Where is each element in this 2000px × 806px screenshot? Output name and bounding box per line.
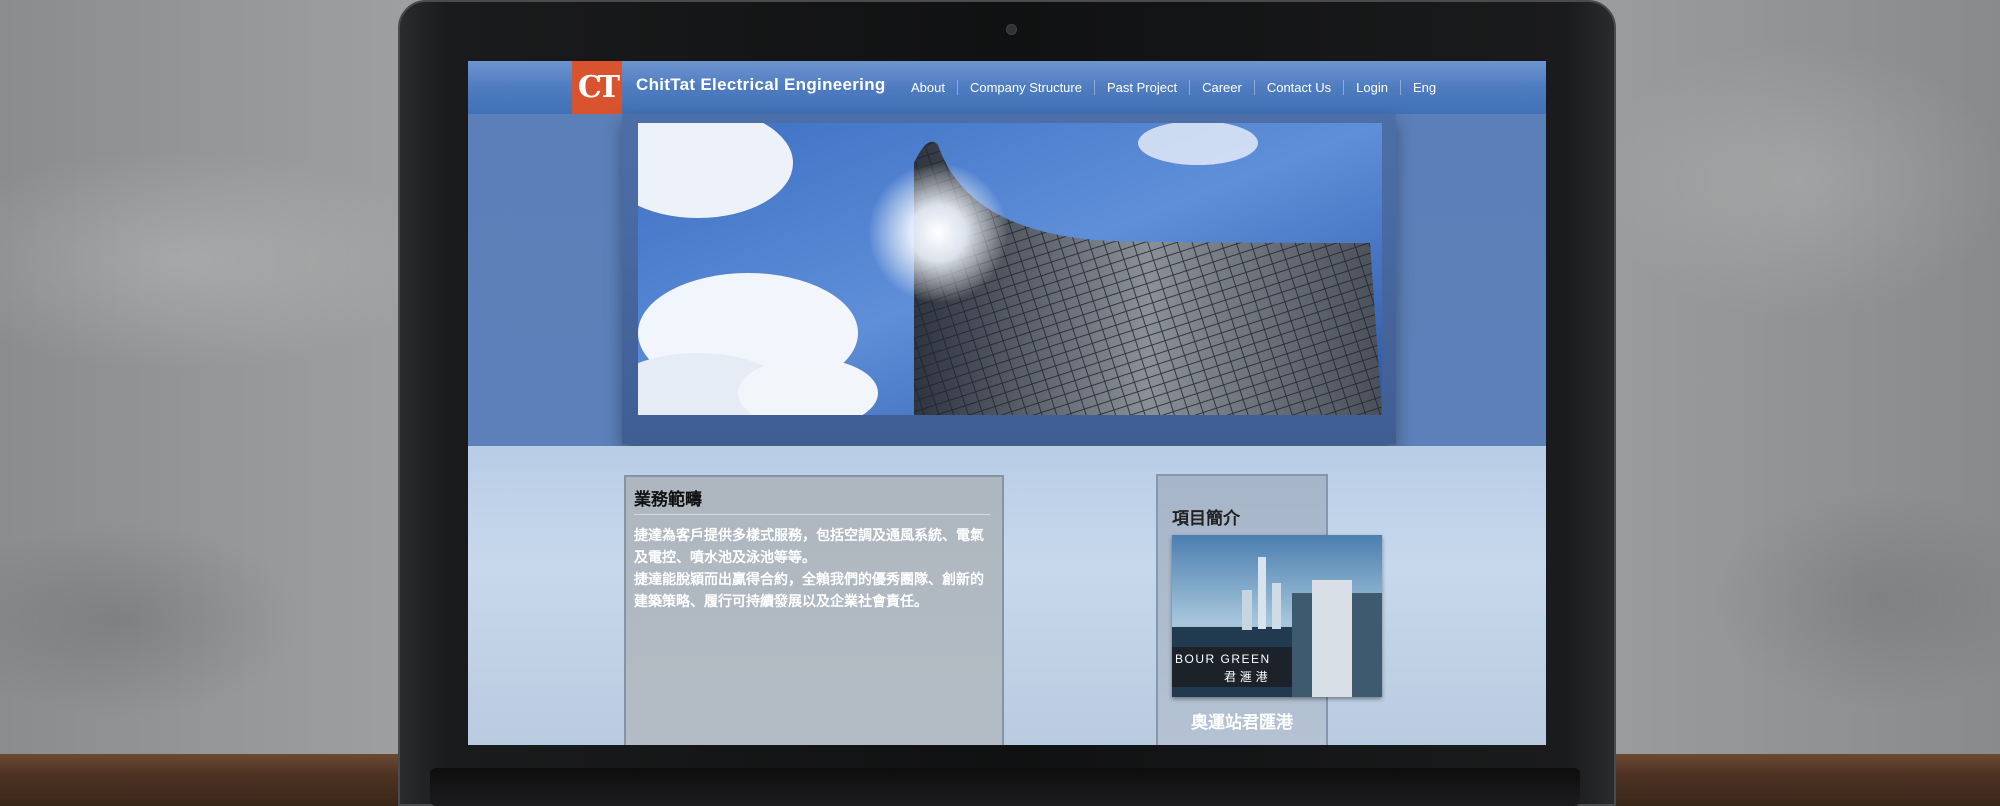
thumb-brand-en: BOUR GREEN [1175,652,1271,666]
project-caption[interactable]: 奧運站君匯港 [1158,708,1326,733]
project-intro-panel: 項目簡介 BOUR GREEN 君 滙 港 奧運站君匯港 [1156,474,1382,745]
webcam [1006,24,1017,35]
thumb-brand-zh: 君 滙 港 [1224,670,1268,684]
business-scope-text: 捷達為客戶提供多樣式服務，包括空調及通風系統、電氣及電控、噴水池及泳池等等。 捷… [634,525,996,613]
nav-language-eng[interactable]: Eng [1401,80,1448,95]
business-scope-panel: 業務範疇 捷達為客戶提供多樣式服務，包括空調及通風系統、電氣及電控、噴水池及泳池… [624,475,1004,745]
top-navigation-bar: CT ChitTat Electrical Engineering About … [468,61,1546,115]
nav-about[interactable]: About [899,80,958,95]
hero-image [638,123,1382,415]
business-paragraph-1: 捷達為客戶提供多樣式服務，包括空調及通風系統、電氣及電控、噴水池及泳池等等。 [634,528,984,566]
nav-company-structure[interactable]: Company Structure [958,80,1095,95]
laptop-screen: CT ChitTat Electrical Engineering About … [468,61,1546,745]
logo-text: CT [577,69,620,105]
brand-name[interactable]: ChitTat Electrical Engineering [636,75,886,95]
project-thumbnail[interactable]: BOUR GREEN 君 滙 港 [1172,535,1382,697]
hero-building-photo [638,123,1382,415]
nav-career[interactable]: Career [1190,80,1255,95]
business-scope-title: 業務範疇 [634,485,990,515]
project-thumbnail-image: BOUR GREEN 君 滙 港 [1172,535,1382,697]
nav-login[interactable]: Login [1344,80,1401,95]
nav-past-project[interactable]: Past Project [1095,80,1191,95]
site-logo[interactable]: CT [572,61,622,114]
nav-contact-us[interactable]: Contact Us [1255,80,1345,95]
keyboard-edge [430,768,1580,806]
project-intro-title: 項目簡介 [1172,509,1240,529]
main-nav: About Company Structure Past Project Car… [899,61,1448,114]
business-paragraph-2: 捷達能脫穎而出贏得合約，全賴我們的優秀團隊、創新的建築策略、履行可持續發展以及企… [634,572,984,610]
